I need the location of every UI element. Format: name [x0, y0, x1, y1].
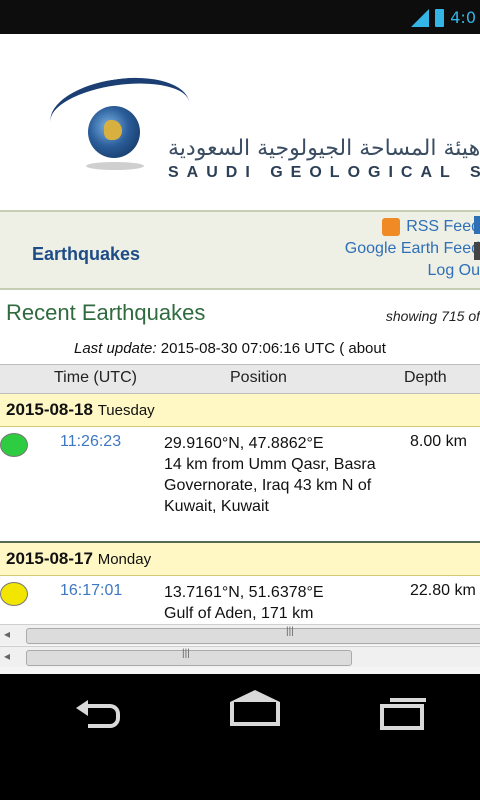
page-title: Recent Earthquakes: [6, 300, 206, 325]
event-coords: 13.7161°N, 51.6378°E: [164, 584, 324, 601]
org-name-english: SAUDI GEOLOGICAL SURV: [168, 164, 480, 181]
date-text: 2015-08-18: [6, 400, 93, 419]
scrollbar-thumb[interactable]: [26, 628, 480, 644]
magnitude-dot-icon: [0, 433, 28, 457]
blue-square-icon[interactable]: [474, 216, 480, 234]
scroll-grip-icon: |||: [286, 626, 294, 637]
day-date: 2015-08-17 Monday: [6, 549, 151, 569]
last-update: Last update: 2015-08-30 07:06:16 UTC ( a…: [74, 340, 386, 357]
scrollbar-area: ◂ ||| ◂ |||: [0, 624, 480, 674]
day-group-row: 2015-08-18 Tuesday: [0, 394, 480, 427]
last-update-label: Last update:: [74, 340, 157, 357]
event-coords: 29.9160°N, 47.8862°E: [164, 435, 324, 452]
earthquake-table: Time (UTC) Position Depth 2015-08-18 Tue…: [0, 364, 480, 636]
back-arrow-icon: [76, 700, 120, 728]
signal-icon: [411, 8, 430, 27]
scroll-left-arrow-icon[interactable]: ◂: [4, 627, 10, 641]
system-nav-bar: [0, 674, 480, 800]
battery-icon: [435, 8, 445, 27]
rss-feed-label[interactable]: RSS Feed: [406, 218, 480, 235]
event-location: 14 km from Umm Qasr, Basra Governorate, …: [164, 456, 376, 515]
horizontal-scrollbar[interactable]: ◂ |||: [0, 624, 480, 645]
status-icons: 4:0: [411, 8, 476, 27]
day-group-row: 2015-08-17 Monday: [0, 543, 480, 576]
nav-band: Earthquakes RSS Feed Google Earth Feed L…: [0, 210, 480, 290]
logout-label[interactable]: Log Ou: [428, 262, 480, 279]
google-earth-feed-label[interactable]: Google Earth Feed: [345, 240, 480, 257]
rss-feed-link[interactable]: RSS Feed: [280, 216, 480, 238]
google-earth-icon[interactable]: [474, 242, 480, 260]
google-earth-feed-link[interactable]: Google Earth Feed: [280, 238, 480, 260]
org-name-arabic: هيئة المساحة الجيولوجية السعودية: [168, 136, 480, 161]
table-header: Time (UTC) Position Depth: [0, 364, 480, 394]
recent-apps-icon: [380, 698, 426, 730]
home-icon: [230, 690, 280, 726]
weekday-text: Monday: [97, 551, 152, 568]
showing-count: showing 715 of: [385, 308, 480, 324]
event-position: 13.7161°N, 51.6378°E Gulf of Aden, 171 k…: [164, 582, 404, 624]
scroll-grip-icon: |||: [182, 648, 190, 659]
event-location: Gulf of Aden, 171 km: [164, 605, 314, 622]
globe-logo-icon[interactable]: [88, 106, 140, 158]
day-date: 2015-08-18 Tuesday: [6, 400, 155, 420]
status-bar: 4:0: [0, 0, 480, 34]
magnitude-dot-icon: [0, 582, 28, 606]
rss-icon: [382, 217, 401, 236]
weekday-text: Tuesday: [97, 402, 155, 419]
event-time-link[interactable]: 11:26:23: [60, 433, 121, 451]
horizontal-scrollbar[interactable]: ◂ |||: [0, 646, 480, 667]
table-row[interactable]: 11:26:23 29.9160°N, 47.8862°E 14 km from…: [0, 427, 480, 543]
recent-apps-button[interactable]: [370, 696, 430, 736]
logout-link[interactable]: Log Ou: [280, 260, 480, 282]
back-button[interactable]: [74, 696, 134, 736]
event-position: 29.9160°N, 47.8862°E 14 km from Umm Qasr…: [164, 433, 404, 517]
column-header-time[interactable]: Time (UTC): [54, 369, 137, 387]
web-content[interactable]: هيئة المساحة الجيولوجية السعودية SAUDI G…: [0, 34, 480, 674]
event-depth: 22.80 km: [410, 582, 476, 599]
earthquakes-link[interactable]: Earthquakes: [32, 244, 140, 265]
status-time: 4:0: [450, 8, 476, 27]
column-header-depth[interactable]: Depth: [404, 369, 447, 387]
feed-links: RSS Feed Google Earth Feed Log Ou: [280, 216, 480, 282]
event-depth: 8.00 km: [410, 433, 467, 450]
event-time-link[interactable]: 16:17:01: [60, 582, 122, 600]
last-update-value: 2015-08-30 07:06:16 UTC ( about: [160, 340, 386, 357]
home-button[interactable]: [222, 690, 282, 736]
site-header: هيئة المساحة الجيولوجية السعودية SAUDI G…: [0, 34, 480, 210]
column-header-position[interactable]: Position: [230, 369, 287, 387]
logo-shadow: [86, 162, 144, 170]
scroll-left-arrow-icon[interactable]: ◂: [4, 649, 10, 663]
date-text: 2015-08-17: [6, 549, 93, 568]
